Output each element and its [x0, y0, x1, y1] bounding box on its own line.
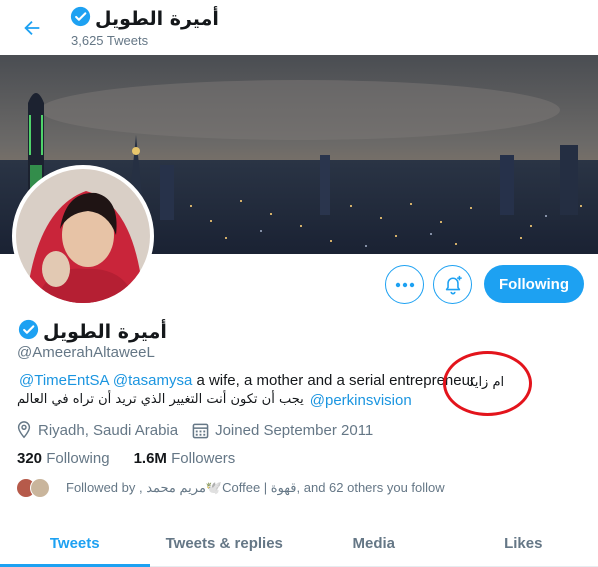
tab-media[interactable]: Media: [299, 520, 449, 566]
followers-stat[interactable]: 1.6M Followers: [134, 450, 236, 467]
location-text: Riyadh, Saudi Arabia: [38, 421, 179, 439]
followers-count: 1.6M: [133, 450, 167, 467]
mention-link[interactable]: @tasamysa: [113, 372, 192, 389]
verified-icon: [18, 319, 39, 344]
profile-header: أميرة الطويل 3,625 Tweets: [0, 0, 598, 56]
tab-likes[interactable]: Likes: [449, 520, 598, 566]
location-pin-icon: [17, 421, 31, 439]
bio-text: a wife, a mother and a serial entreprene…: [196, 372, 475, 389]
followed-by-row[interactable]: Followed by , مريم محمد🕊️Coffee | قهوة, …: [16, 478, 445, 498]
joined-text: Joined September 2011: [215, 421, 374, 439]
bio-line-1: @TimeEntSA @tasamysa a wife, a mother an…: [19, 372, 475, 389]
follower-avatars: [16, 478, 56, 498]
tab-tweets-replies[interactable]: Tweets & replies: [150, 520, 300, 566]
profile-meta: Riyadh, Saudi Arabia Joined September 20…: [16, 421, 387, 439]
follow-stats: 320 Following 1.6M Followers: [17, 450, 259, 467]
back-button[interactable]: [14, 10, 50, 46]
tab-tweets[interactable]: Tweets: [0, 520, 150, 567]
follower-avatar: [30, 478, 50, 498]
join-date: Joined September 2011: [192, 422, 373, 439]
profile-tabs: Tweets Tweets & replies Media Likes: [0, 520, 598, 567]
more-dots-icon: [395, 282, 414, 287]
following-stat[interactable]: 320 Following: [17, 450, 110, 467]
bio-arabic-quote: يجب أن تكون أنت التغيير الذي تريد أن ترا…: [17, 392, 304, 407]
verified-icon: [70, 6, 91, 31]
bio-line-2: يجب أن تكون أنت التغيير الذي تريد أن ترا…: [17, 392, 412, 409]
profile-avatar[interactable]: [12, 165, 154, 307]
followers-label: Followers: [171, 450, 236, 467]
annotation-red-circle: [443, 351, 532, 416]
arrow-left-icon: [24, 20, 40, 36]
bell-plus-icon: [445, 275, 462, 294]
following-button[interactable]: Following: [484, 265, 584, 303]
location: Riyadh, Saudi Arabia: [16, 421, 178, 439]
following-count: 320: [17, 450, 43, 467]
notifications-button[interactable]: [433, 265, 472, 304]
mention-link[interactable]: @TimeEntSA: [19, 372, 109, 389]
following-label: Following: [46, 450, 110, 467]
calendar-icon: [192, 423, 209, 438]
avatar-photo: [16, 169, 150, 303]
mention-link[interactable]: @perkinsvision: [310, 392, 412, 409]
display-name: أميرة الطويل: [43, 320, 167, 343]
followed-by-text: Followed by , مريم محمد🕊️Coffee | قهوة, …: [66, 480, 445, 495]
header-title: أميرة الطويل: [70, 6, 219, 31]
header-display-name: أميرة الطويل: [95, 7, 219, 30]
user-handle: @AmeerahAltaweeL: [17, 344, 155, 361]
tweet-count: 3,625 Tweets: [71, 33, 149, 48]
more-button[interactable]: [385, 265, 424, 304]
profile-name-row: أميرة الطويل: [18, 319, 167, 344]
